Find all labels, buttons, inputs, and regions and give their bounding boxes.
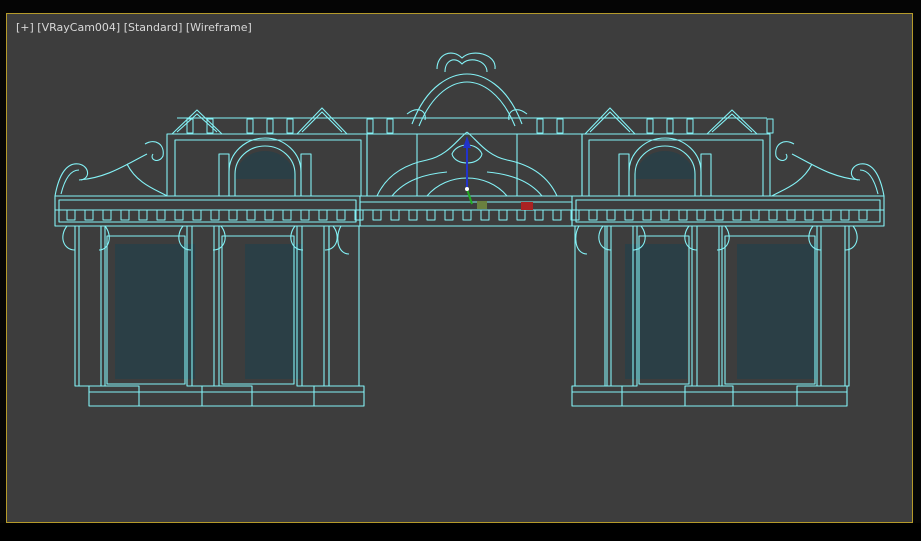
viewport-shading-menu[interactable]: Standard: [128, 21, 178, 34]
perspective-viewport[interactable]: [+] [VRayCam004] [Standard] [Wireframe]: [6, 13, 913, 523]
gizmo-pivot: [465, 187, 469, 191]
viewport-label-menu: [+] [VRayCam004] [Standard] [Wireframe]: [16, 21, 252, 34]
viewport-plus-menu[interactable]: +: [20, 21, 29, 34]
archway-gate-model[interactable]: [54, 52, 885, 407]
gizmo-x-axis[interactable]: [521, 202, 533, 210]
viewport-bottom-bar: [0, 523, 921, 541]
right-wing: [571, 107, 885, 407]
viewport-mode-menu[interactable]: Wireframe: [190, 21, 247, 34]
left-wing: [54, 107, 368, 407]
gizmo-z-arrow: [463, 136, 471, 148]
wireframe-scene[interactable]: [7, 14, 912, 522]
viewport-camera-menu[interactable]: VRayCam004: [42, 21, 116, 34]
gizmo-plane-handle[interactable]: [477, 201, 487, 209]
